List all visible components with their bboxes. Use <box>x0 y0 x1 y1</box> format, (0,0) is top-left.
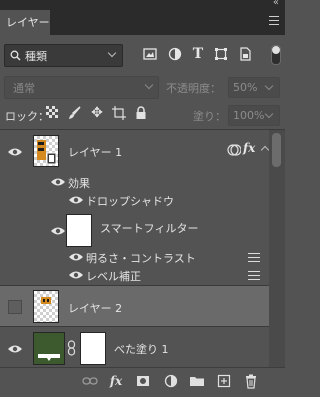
filter-toggle[interactable] <box>271 45 281 65</box>
smart-filter-mask-thumbnail[interactable] <box>66 214 92 247</box>
panel-top-strip <box>0 0 285 10</box>
new-group-icon[interactable] <box>189 373 205 389</box>
lock-move-icon[interactable]: ✥ <box>90 106 104 120</box>
new-adjustment-icon[interactable] <box>163 373 179 389</box>
blend-mode-label: 通常 <box>13 82 35 95</box>
new-layer-icon[interactable] <box>216 373 232 389</box>
smart-object-filter-icon[interactable] <box>238 47 252 61</box>
add-style-icon[interactable]: fx <box>108 373 124 389</box>
chain-link-icon[interactable] <box>67 340 76 356</box>
chevron-down-icon <box>107 48 117 58</box>
visibility-checkbox[interactable] <box>8 300 22 314</box>
filter-kind-label: 種類 <box>25 50 47 63</box>
filter-levels[interactable]: レベル補正 <box>86 268 141 284</box>
type-filter-icon[interactable]: T <box>191 47 205 61</box>
filter-options-icon[interactable] <box>248 271 260 280</box>
layer-thumbnail <box>33 290 59 323</box>
chevron-down-icon <box>144 80 154 90</box>
smart-filter-label[interactable]: スマートフィルター <box>100 220 198 236</box>
layer-name[interactable]: レイヤー 1 <box>68 144 122 160</box>
smart-filter-badge-icon <box>227 144 241 156</box>
lock-brush-icon[interactable] <box>68 106 82 120</box>
chevron-down-icon <box>264 81 274 91</box>
chevron-down-icon <box>264 109 274 119</box>
adjustment-filter-icon[interactable] <box>168 47 182 61</box>
hamburger-icon[interactable] <box>269 16 279 26</box>
opacity-label: 不透明度： <box>166 82 221 95</box>
opacity-field[interactable]: 50% <box>228 77 280 98</box>
effect-drop-shadow[interactable]: ドロップシャドウ <box>86 193 174 209</box>
add-mask-icon[interactable] <box>135 373 151 389</box>
fill-field[interactable]: 100% <box>228 105 280 126</box>
opacity-value: 50% <box>233 81 258 94</box>
filter-kind-select[interactable]: 種類 <box>4 44 123 67</box>
tab-layers[interactable]: レイヤー <box>0 10 50 35</box>
scrollbar-thumb[interactable] <box>272 133 281 167</box>
smart-filter-eye-icon[interactable] <box>50 226 66 236</box>
fill-value: 100% <box>233 109 265 122</box>
visibility-eye-icon[interactable] <box>7 344 23 354</box>
lock-transparent-icon[interactable] <box>45 106 59 120</box>
fx-badge: fx <box>243 141 256 155</box>
layer-thumbnail <box>33 135 59 167</box>
link-layers-icon[interactable] <box>82 373 98 389</box>
drop-shadow-eye-icon[interactable] <box>68 195 84 205</box>
brightness-eye-icon[interactable] <box>68 252 84 262</box>
lock-artboard-icon[interactable] <box>112 106 126 120</box>
shape-filter-icon[interactable] <box>214 47 228 61</box>
filter-brightness-contrast[interactable]: 明るさ・コントラスト <box>86 250 196 266</box>
filter-options-icon[interactable] <box>248 253 260 262</box>
collapse-panel-icon[interactable]: « <box>273 0 279 8</box>
lock-all-icon[interactable] <box>134 106 148 120</box>
layer-name[interactable]: レイヤー 2 <box>68 300 122 316</box>
fill-label: 塗り： <box>193 110 226 123</box>
fill-layer-thumbnail <box>33 332 65 365</box>
delete-layer-icon[interactable] <box>243 373 259 389</box>
visibility-eye-icon[interactable] <box>7 147 23 157</box>
layer-mask-thumbnail[interactable] <box>80 332 106 365</box>
search-icon <box>10 50 21 61</box>
lock-label: ロック： <box>5 110 49 123</box>
effects-label: 効果 <box>68 177 90 190</box>
image-filter-icon[interactable] <box>143 47 157 61</box>
layer-name[interactable]: べた塗り 1 <box>114 341 169 357</box>
levels-eye-icon[interactable] <box>68 270 84 280</box>
blend-mode-select[interactable]: 通常 <box>4 76 159 99</box>
effects-eye-icon[interactable] <box>50 177 66 187</box>
